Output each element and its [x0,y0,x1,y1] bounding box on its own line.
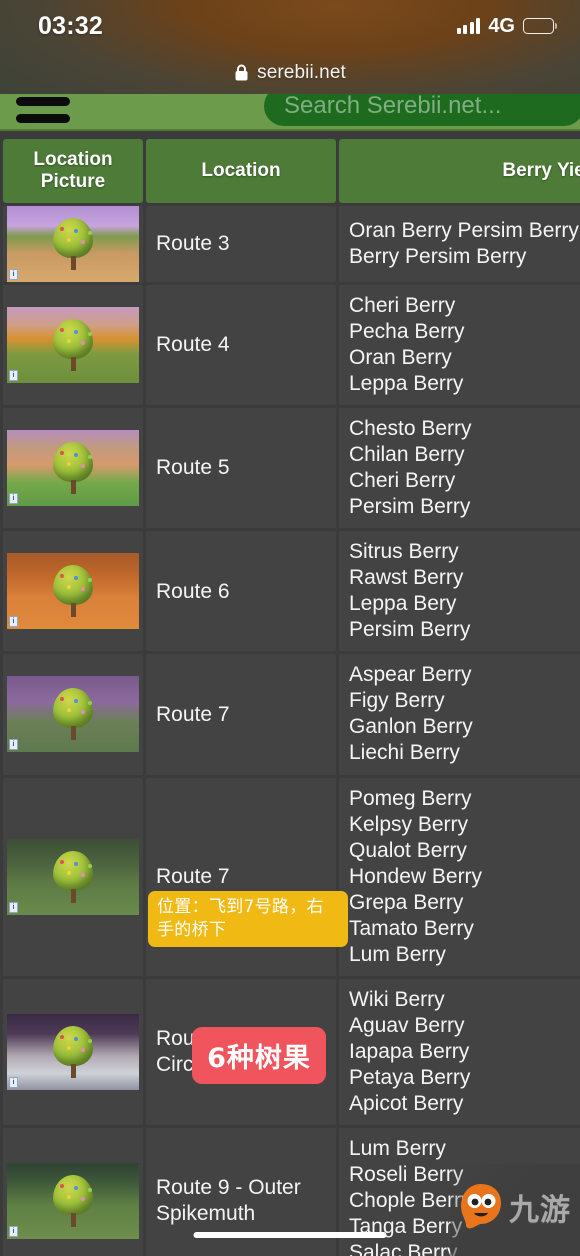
location-name-cell: Route 5 [146,408,336,529]
browser-chrome: 03:32 4G serebii.net [0,0,580,94]
ios-status-bar: 03:32 4G [0,0,580,52]
annotation-location-hint: 位置：飞到7号路，右手的桥下 [148,891,348,947]
berry-tree-icon [53,565,93,618]
location-name-cell: Route 7 [146,654,336,775]
berry-yield-cell: Oran Berry Persim Berry Berry Persim Ber… [339,206,580,282]
location-picture-cell[interactable]: i [3,654,143,775]
annotation-berry-count-badge: 6种树果 [192,1027,326,1084]
signal-bars-icon [456,18,481,34]
hamburger-menu-icon[interactable] [16,97,70,129]
table-row: i Route 5 Chesto Berry Chilan Berry Cheri … [3,408,580,529]
search-input[interactable]: Search Serebii.net... [264,94,580,126]
berry-tree-icon [53,688,93,741]
battery-icon [523,18,558,34]
location-picture-cell[interactable]: i [3,777,143,976]
watermark: 九游 [450,1164,580,1256]
table-row: i Route 3 Oran Berry Persim Berry Berry Pe… [3,206,580,282]
location-thumbnail[interactable]: i [7,206,139,282]
berry-locations-table: Location Picture Location Berry Yield i R… [0,136,580,1256]
location-picture-cell[interactable]: i [3,285,143,406]
location-thumbnail[interactable]: i [7,676,139,753]
image-info-icon: i [9,493,18,505]
location-thumbnail[interactable]: i [7,430,139,507]
table-row: i Route 6 Sitrus Berry Rawst Berry Leppa B… [3,531,580,652]
image-info-icon: i [9,1225,18,1237]
location-name-cell: Route 4 [146,285,336,406]
berry-yield-cell: Sitrus Berry Rawst Berry Leppa Bery Pers… [339,531,580,652]
status-clock: 03:32 [38,11,103,40]
location-picture-cell[interactable]: i [3,978,143,1125]
search-placeholder: Search Serebii.net... [284,94,502,119]
berry-tree-icon [53,1025,93,1078]
image-info-icon: i [9,269,18,280]
berry-yield-cell: Aspear Berry Figy Berry Ganlon Berry Lie… [339,654,580,775]
column-header-location-picture: Location Picture [3,139,143,203]
url-text: serebii.net [257,62,346,83]
image-info-icon: i [9,1076,18,1088]
location-thumbnail[interactable]: i [7,553,139,630]
jiuyou-mascot-icon [461,1184,501,1229]
table-header-row: Location Picture Location Berry Yield [3,139,580,203]
image-info-icon: i [9,616,18,628]
berry-tree-icon [53,218,93,270]
table-body: i Route 3 Oran Berry Persim Berry Berry Pe… [3,206,580,1256]
berry-tree-icon [53,442,93,495]
image-info-icon: i [9,901,18,913]
table-row: i Route 7 Aspear Berry Figy Berry Ganlon B… [3,654,580,775]
berry-yield-cell: Cheri Berry Pecha Berry Oran Berry Leppa… [339,285,580,406]
location-name-cell: Route 3 [146,206,336,282]
column-header-berry-yield: Berry Yield [339,139,580,203]
berry-tree-icon [53,1174,93,1227]
location-picture-cell[interactable]: i [3,1127,143,1256]
image-info-icon: i [9,370,18,382]
lock-icon [235,64,248,81]
location-picture-cell[interactable]: i [3,206,143,282]
berry-yield-cell: Pomeg Berry Kelpsy Berry Qualot Berry Ho… [339,777,580,976]
berry-tree-icon [53,319,93,372]
image-info-icon: i [9,739,18,751]
table-row: i Route 4 Cheri Berry Pecha Berry Oran Ber… [3,285,580,406]
column-header-location: Location [146,139,336,203]
site-nav-bar: Search Serebii.net... [0,94,580,131]
location-thumbnail[interactable]: i [7,1013,139,1090]
phone-screenshot: 03:32 4G serebii.net Search Serebii.net.… [0,0,580,1256]
home-indicator[interactable] [193,1232,387,1238]
location-thumbnail[interactable]: i [7,1162,139,1239]
berry-yield-cell: Chesto Berry Chilan Berry Cheri Berry Pe… [339,408,580,529]
location-picture-cell[interactable]: i [3,408,143,529]
browser-url-bar[interactable]: serebii.net [0,52,580,94]
location-thumbnail[interactable]: i [7,838,139,915]
location-name-cell: Route 6 [146,531,336,652]
watermark-text: 九游 [509,1193,571,1228]
page-content: Location Picture Location Berry Yield i R… [0,131,580,1256]
status-indicators: 4G [456,14,558,38]
network-type-label: 4G [488,14,515,37]
berry-yield-cell: Wiki Berry Aguav Berry Iapapa Berry Peta… [339,978,580,1125]
berry-tree-icon [53,850,93,903]
location-thumbnail[interactable]: i [7,307,139,384]
location-picture-cell[interactable]: i [3,531,143,652]
